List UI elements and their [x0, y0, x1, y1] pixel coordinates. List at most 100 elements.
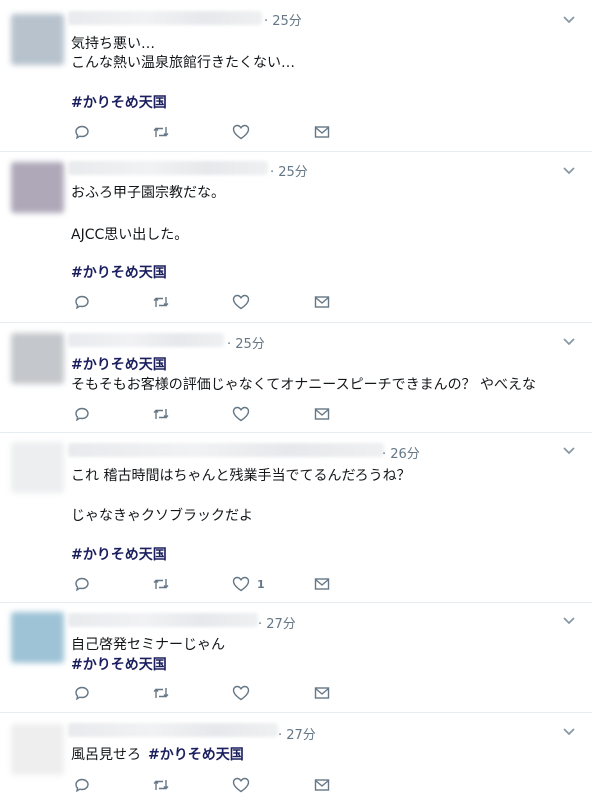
chevron-down-icon[interactable]: [562, 446, 576, 456]
avatar[interactable]: [11, 14, 64, 65]
hashtag-link[interactable]: #かりそめ天国: [148, 744, 244, 764]
tweet-time[interactable]: · 25分: [227, 333, 265, 352]
retweet-button[interactable]: [152, 292, 178, 312]
tweet-1[interactable]: · 25分 気持ち悪い… こんな熱い温泉旅館行きたくない… #かりそめ天国: [0, 0, 592, 152]
like-button[interactable]: [232, 292, 258, 312]
reply-button[interactable]: [74, 574, 100, 594]
retweet-button[interactable]: [152, 683, 178, 703]
tweet-text-line: おふろ甲子園宗教だな。: [71, 185, 225, 201]
like-button[interactable]: [232, 775, 258, 795]
tweet-actions: [66, 683, 346, 703]
hashtag-link[interactable]: #かりそめ天国: [71, 92, 167, 112]
username-blurred[interactable]: [68, 613, 258, 627]
reply-button[interactable]: [74, 404, 100, 424]
like-button[interactable]: [232, 404, 258, 424]
envelope-icon: [314, 408, 330, 420]
retweet-button[interactable]: [152, 404, 178, 424]
like-button[interactable]: 1: [232, 574, 282, 594]
reply-icon: [75, 407, 89, 422]
tweet-text-line: これ 稽古時間はちゃんと残業手当でてるんだろうね？: [71, 468, 411, 484]
avatar[interactable]: [11, 724, 64, 775]
dm-button[interactable]: [314, 292, 340, 312]
chevron-down-icon[interactable]: [562, 166, 576, 176]
hashtag-link[interactable]: #かりそめ天国: [71, 262, 167, 282]
tweet-time[interactable]: · 25分: [270, 161, 308, 180]
tweet-actions: [66, 292, 346, 312]
tweet-actions: [66, 122, 346, 142]
tweet-5[interactable]: · 27分 自己啓発セミナーじゃん #かりそめ天国: [0, 603, 592, 713]
username-blurred[interactable]: [68, 443, 384, 457]
heart-icon: [232, 685, 250, 701]
reply-icon: [75, 778, 89, 793]
tweet-time[interactable]: · 26分: [382, 443, 420, 462]
tweet-text-line: 気持ち悪い…: [71, 36, 155, 52]
tweet-actions: 1: [66, 574, 346, 594]
avatar[interactable]: [11, 162, 64, 213]
retweet-button[interactable]: [152, 574, 178, 594]
tweet-time[interactable]: · 27分: [278, 724, 316, 743]
chevron-down-icon[interactable]: [562, 15, 576, 25]
reply-icon: [75, 125, 89, 140]
chevron-down-icon[interactable]: [562, 616, 576, 626]
hashtag-link[interactable]: #かりそめ天国: [71, 354, 167, 374]
like-count: 1: [257, 577, 265, 591]
tweet-actions: [66, 404, 346, 424]
reply-icon: [75, 686, 89, 701]
retweet-icon: [153, 688, 169, 698]
avatar[interactable]: [11, 333, 64, 384]
tweet-text-line: 自己啓発セミナーじゃん: [71, 637, 225, 653]
reply-icon: [75, 295, 89, 310]
heart-icon: [232, 576, 250, 592]
tweet-6[interactable]: · 27分 風呂見せろ #かりそめ天国: [0, 713, 592, 807]
retweet-icon: [153, 579, 169, 589]
username-blurred[interactable]: [68, 723, 278, 737]
dm-button[interactable]: [314, 683, 340, 703]
reply-button[interactable]: [74, 292, 100, 312]
retweet-button[interactable]: [152, 122, 178, 142]
tweet-text-line: そもそもお客様の評価じゃなくてオナニースピーチできまんの？ やべえな: [71, 377, 537, 393]
dm-button[interactable]: [314, 574, 340, 594]
hashtag-link[interactable]: #かりそめ天国: [71, 654, 167, 674]
tweet-text-line: こんな熱い温泉旅館行きたくない…: [71, 55, 295, 71]
tweet-text-line: AJCC思い出した。: [71, 227, 189, 243]
retweet-button[interactable]: [152, 775, 178, 795]
reply-button[interactable]: [74, 122, 100, 142]
tweet-2[interactable]: · 25分 おふろ甲子園宗教だな。 AJCC思い出した。 #かりそめ天国: [0, 152, 592, 323]
retweet-icon: [153, 409, 169, 419]
reply-icon: [75, 577, 89, 592]
heart-icon: [232, 294, 250, 310]
avatar[interactable]: [11, 442, 64, 493]
retweet-icon: [153, 780, 169, 790]
chevron-down-icon[interactable]: [562, 337, 576, 347]
username-blurred[interactable]: [68, 333, 224, 347]
envelope-icon: [314, 687, 330, 699]
heart-icon: [232, 406, 250, 422]
reply-button[interactable]: [74, 683, 100, 703]
tweet-actions: [66, 775, 346, 795]
envelope-icon: [314, 779, 330, 791]
dm-button[interactable]: [314, 404, 340, 424]
retweet-icon: [153, 297, 169, 307]
envelope-icon: [314, 578, 330, 590]
tweet-time[interactable]: · 27分: [258, 613, 296, 632]
dm-button[interactable]: [314, 775, 340, 795]
avatar[interactable]: [11, 612, 64, 663]
tweet-text-line: じゃなきゃクソブラックだよ: [71, 508, 253, 524]
username-blurred[interactable]: [68, 11, 262, 25]
hashtag-link[interactable]: #かりそめ天国: [71, 544, 167, 564]
envelope-icon: [314, 296, 330, 308]
retweet-icon: [153, 127, 169, 137]
envelope-icon: [314, 126, 330, 138]
reply-button[interactable]: [74, 775, 100, 795]
heart-icon: [232, 777, 250, 793]
like-button[interactable]: [232, 683, 258, 703]
like-button[interactable]: [232, 122, 258, 142]
tweet-4[interactable]: · 26分 これ 稽古時間はちゃんと残業手当でてるんだろうね？ じゃなきゃクソブ…: [0, 433, 592, 603]
tweet-3[interactable]: · 25分 #かりそめ天国 そもそもお客様の評価じゃなくてオナニースピーチできま…: [0, 323, 592, 433]
tweet-time[interactable]: · 25分: [264, 10, 302, 29]
chevron-down-icon[interactable]: [562, 727, 576, 737]
dm-button[interactable]: [314, 122, 340, 142]
username-blurred[interactable]: [68, 161, 268, 175]
heart-icon: [232, 124, 250, 140]
tweet-text-line: 風呂見せろ: [71, 747, 141, 763]
